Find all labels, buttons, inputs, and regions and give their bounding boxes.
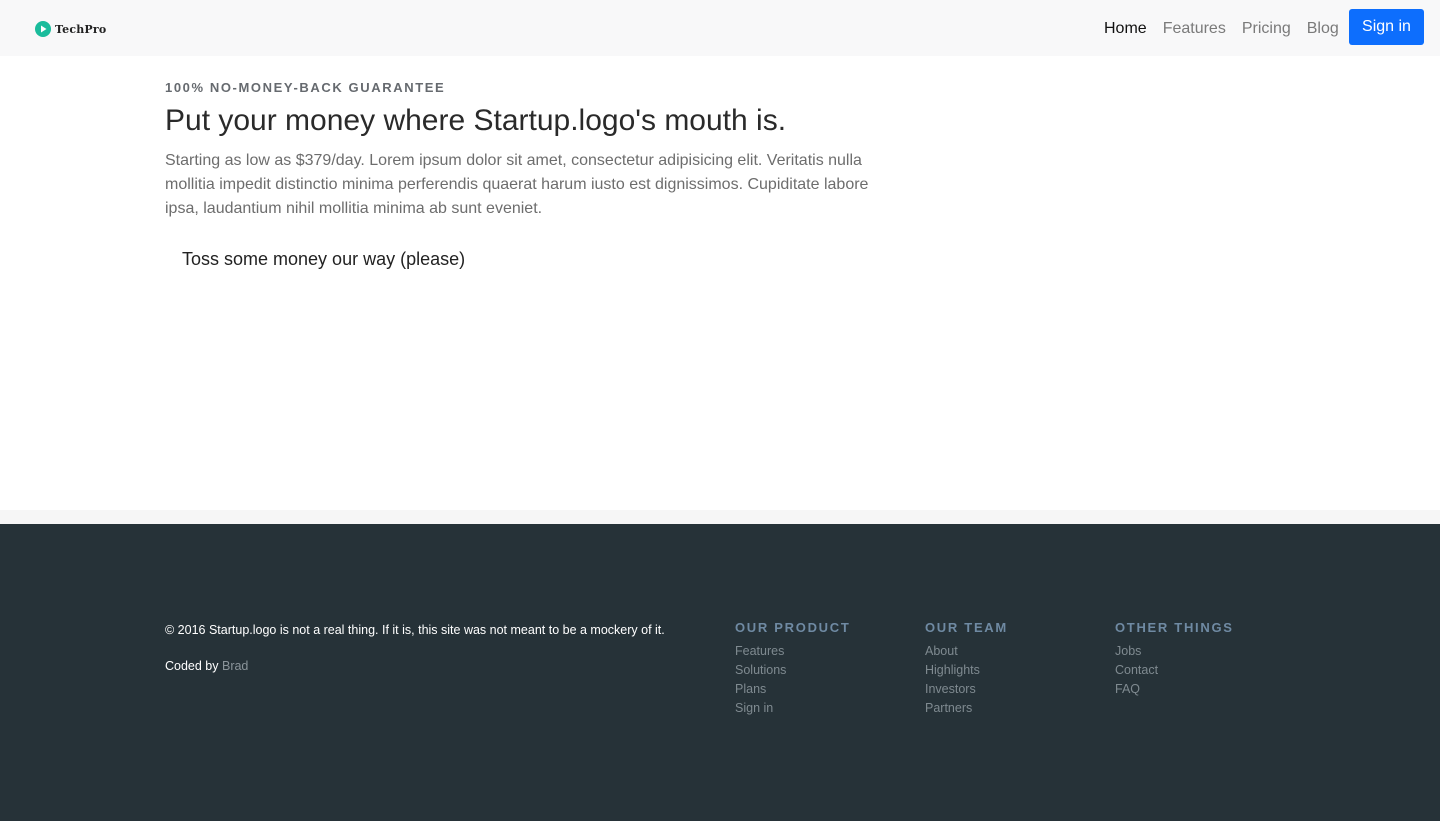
footer-link-investors[interactable]: Investors [925,680,1008,699]
footer-link-contact[interactable]: Contact [1115,661,1234,680]
footer-column-our-team: OUR TEAM About Highlights Investors Part… [925,620,1008,718]
coded-by-prefix: Coded by [165,659,222,673]
section-divider [0,510,1440,524]
nav-link-pricing[interactable]: Pricing [1234,19,1299,39]
brand-logo[interactable]: TechPro [35,21,106,37]
hero-eyebrow: 100% NO-MONEY-BACK GUARANTEE [165,80,446,95]
cta-button[interactable]: Toss some money our way (please) [182,249,465,270]
author-link[interactable]: Brad [222,659,248,673]
footer-heading: OUR PRODUCT [735,620,851,635]
nav-links: Home Features Pricing Blog [1096,19,1347,39]
footer-link-features[interactable]: Features [735,642,850,661]
hero-section: 100% NO-MONEY-BACK GUARANTEE Put your mo… [0,56,1440,524]
coded-by: Coded by Brad [165,659,248,673]
footer-link-partners[interactable]: Partners [925,699,1008,718]
hero-headline: Put your money where Startup.logo's mout… [165,104,787,137]
footer-link-about[interactable]: About [925,642,1008,661]
brand-text: TechPro [55,22,107,36]
hero-lead: Starting as low as $379/day. Lorem ipsum… [165,152,869,217]
sign-in-button[interactable]: Sign in [1349,9,1424,45]
nav-link-home[interactable]: Home [1096,19,1155,39]
play-circle-icon [35,21,51,37]
copyright-text: © 2016 Startup.logo is not a real thing.… [165,623,665,637]
footer-heading: OUR TEAM [925,620,1008,635]
site-footer: © 2016 Startup.logo is not a real thing.… [0,524,1440,821]
footer-column-other-things: OTHER THINGS Jobs Contact FAQ [1115,620,1234,699]
footer-link-faq[interactable]: FAQ [1115,680,1234,699]
footer-link-jobs[interactable]: Jobs [1115,642,1234,661]
footer-link-sign-in[interactable]: Sign in [735,699,850,718]
footer-link-plans[interactable]: Plans [735,680,850,699]
nav-link-features[interactable]: Features [1155,19,1234,39]
footer-column-our-product: OUR PRODUCT Features Solutions Plans Sig… [735,620,850,718]
top-navbar: TechPro Home Features Pricing Blog Sign … [0,0,1440,56]
footer-heading: OTHER THINGS [1115,620,1234,635]
footer-link-solutions[interactable]: Solutions [735,661,850,680]
footer-link-highlights[interactable]: Highlights [925,661,1008,680]
nav-link-blog[interactable]: Blog [1299,19,1347,39]
